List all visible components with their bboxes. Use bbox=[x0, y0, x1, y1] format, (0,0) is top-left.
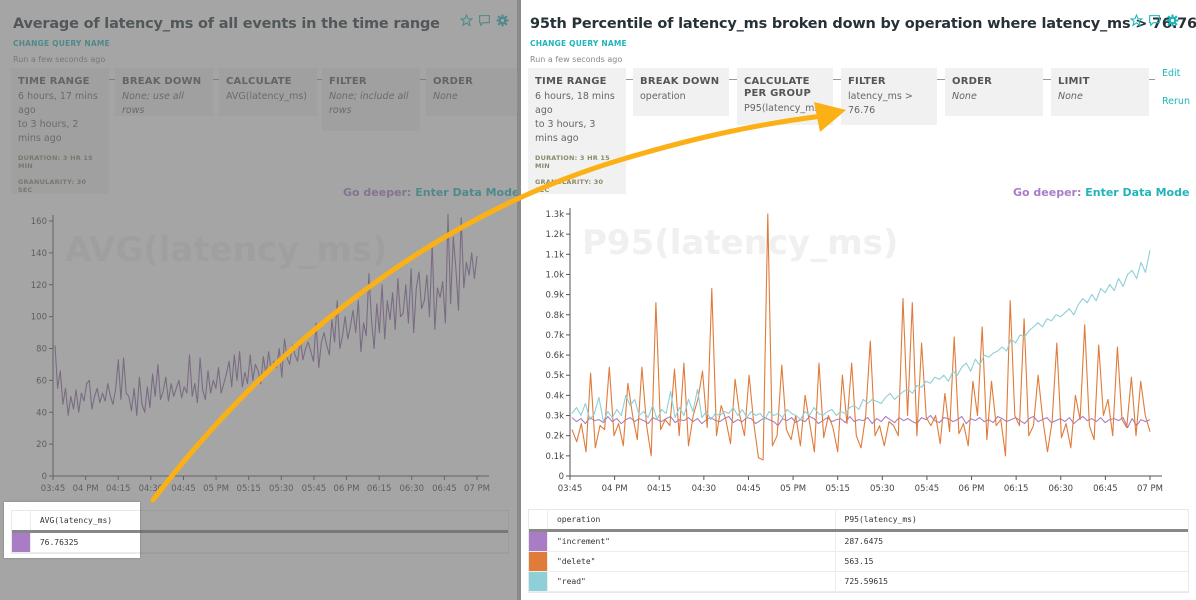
right-query-panel: 95th Percentile of latency_ms broken dow… bbox=[521, 0, 1196, 600]
x-tick-label: 06:15 bbox=[367, 484, 392, 494]
y-tick-label: 160 bbox=[31, 217, 47, 227]
chart-watermark: P95(latency_ms) bbox=[582, 223, 898, 263]
highlighted-avg-result: AVG(latency_ms) 76.76325 bbox=[4, 502, 140, 558]
x-tick-label: 05:15 bbox=[236, 484, 261, 494]
x-tick-label: 03:45 bbox=[41, 484, 66, 494]
y-tick-label: 40 bbox=[36, 408, 47, 418]
y-tick-label: 20 bbox=[36, 440, 47, 450]
x-tick-label: 05 PM bbox=[780, 484, 806, 494]
y-tick-label: 0.4k bbox=[546, 391, 565, 401]
x-tick-label: 05:45 bbox=[302, 484, 327, 494]
operation-cell: "increment" bbox=[546, 532, 835, 551]
y-tick-label: 0.6k bbox=[546, 351, 565, 361]
x-tick-label: 06:30 bbox=[400, 484, 425, 494]
x-tick-label: 04:30 bbox=[692, 484, 717, 494]
p95-value-cell: 563.15 bbox=[834, 552, 1188, 571]
highlighted-table: AVG(latency_ms) 76.76325 bbox=[11, 510, 140, 554]
column-header-operation: operation bbox=[546, 510, 835, 529]
y-tick-label: 0 bbox=[42, 472, 47, 482]
y-tick-label: 60 bbox=[36, 376, 47, 386]
table-row[interactable]: "increment" 287.6475 bbox=[529, 532, 1188, 552]
y-tick-label: 0.1k bbox=[546, 452, 565, 462]
y-tick-label: 100 bbox=[31, 313, 47, 323]
y-tick-label: 0 bbox=[559, 472, 564, 482]
table-row[interactable]: "read" 725.59615 bbox=[529, 572, 1188, 592]
y-tick-label: 0.3k bbox=[546, 412, 565, 422]
y-tick-label: 0.8k bbox=[546, 311, 565, 321]
x-tick-label: 05:30 bbox=[269, 484, 294, 494]
y-tick-label: 1.0k bbox=[546, 270, 565, 280]
y-tick-label: 0.2k bbox=[546, 432, 565, 442]
x-tick-label: 06:45 bbox=[432, 484, 457, 494]
avg-value-cell: 76.76325 bbox=[29, 533, 140, 552]
y-tick-label: 0.7k bbox=[546, 331, 565, 341]
x-tick-label: 06:45 bbox=[1093, 484, 1118, 494]
x-tick-label: 04:30 bbox=[139, 484, 164, 494]
x-tick-label: 04 PM bbox=[602, 484, 628, 494]
x-tick-label: 04:15 bbox=[647, 484, 672, 494]
x-tick-label: 05:45 bbox=[915, 484, 940, 494]
x-tick-label: 03:45 bbox=[558, 484, 583, 494]
x-tick-label: 06:15 bbox=[1004, 484, 1028, 494]
series-color-swatch bbox=[529, 552, 547, 571]
x-tick-label: 05:15 bbox=[825, 484, 850, 494]
right-results-table: operation P95(latency_ms) "increment" 28… bbox=[528, 509, 1189, 593]
x-tick-label: 06:30 bbox=[1049, 484, 1074, 494]
y-tick-label: 0.9k bbox=[546, 291, 565, 301]
y-tick-label: 140 bbox=[31, 249, 47, 259]
swatch-header bbox=[12, 511, 30, 530]
series-color-swatch bbox=[529, 572, 547, 591]
operation-cell: "delete" bbox=[546, 552, 835, 571]
chart-watermark: AVG(latency_ms) bbox=[65, 230, 387, 270]
app-stage: Average of latency_ms of all events in t… bbox=[0, 0, 1196, 600]
y-tick-label: 1.1k bbox=[546, 250, 565, 260]
table-header-row: AVG(latency_ms) bbox=[12, 511, 140, 533]
x-tick-label: 04:45 bbox=[736, 484, 761, 494]
x-tick-label: 06 PM bbox=[334, 484, 360, 494]
y-tick-label: 1.2k bbox=[546, 230, 565, 240]
x-tick-label: 04:15 bbox=[106, 484, 131, 494]
x-tick-label: 05:30 bbox=[870, 484, 895, 494]
x-tick-label: 07 PM bbox=[464, 484, 490, 494]
series-color-swatch bbox=[529, 532, 547, 551]
x-tick-label: 06 PM bbox=[959, 484, 985, 494]
p95-value-cell: 287.6475 bbox=[834, 532, 1188, 551]
x-tick-label: 04:45 bbox=[171, 484, 196, 494]
swatch-header bbox=[529, 510, 547, 529]
p95-latency-chart[interactable]: P95(latency_ms) 0 0.1k 0.2k 0.3k 0.4k 0.5k 0.6k… bbox=[521, 0, 1196, 500]
column-header-avg: AVG(latency_ms) bbox=[29, 511, 140, 530]
y-tick-label: 0.5k bbox=[546, 371, 565, 381]
series-color-swatch bbox=[12, 533, 30, 552]
series-line-read[interactable] bbox=[571, 250, 1151, 423]
y-tick-label: 120 bbox=[31, 281, 47, 291]
p95-value-cell: 725.59615 bbox=[834, 572, 1188, 591]
y-tick-label: 80 bbox=[36, 345, 47, 355]
avg-latency-chart[interactable]: AVG(latency_ms) 0 20 40 60 80 100 120 140 160 03:4… bbox=[0, 0, 518, 500]
operation-cell: "read" bbox=[546, 572, 835, 591]
table-row: 76.76325 bbox=[12, 533, 140, 553]
x-tick-label: 04 PM bbox=[73, 484, 99, 494]
x-tick-label: 05 PM bbox=[203, 484, 229, 494]
column-header-p95: P95(latency_ms) bbox=[834, 510, 1188, 529]
x-tick-label: 07 PM bbox=[1137, 484, 1163, 494]
table-row[interactable]: "delete" 563.15 bbox=[529, 552, 1188, 572]
table-header-row: operation P95(latency_ms) bbox=[529, 510, 1188, 532]
y-tick-label: 1.3k bbox=[546, 210, 565, 220]
